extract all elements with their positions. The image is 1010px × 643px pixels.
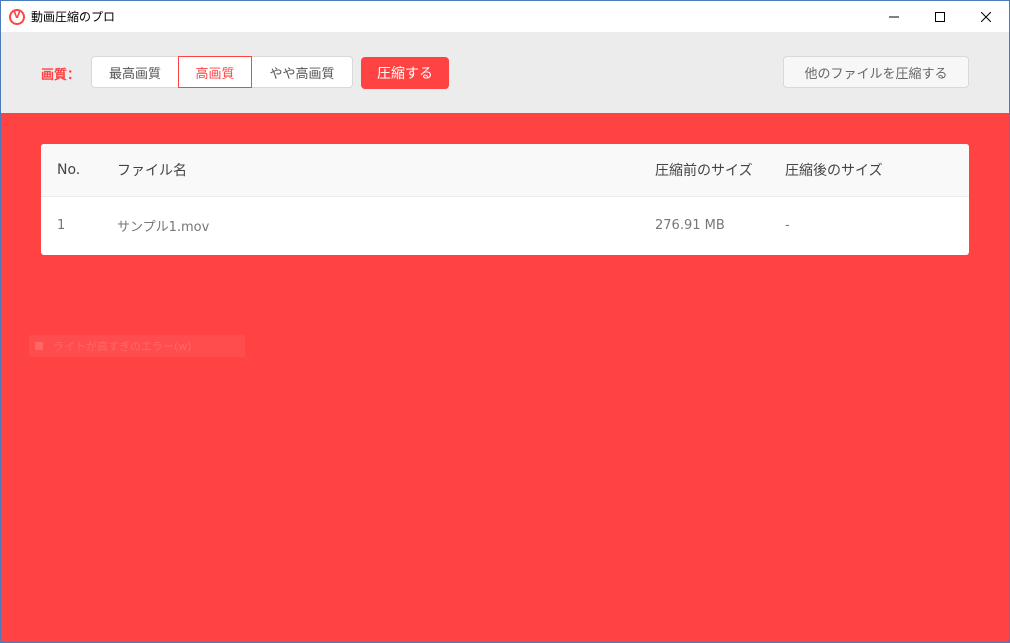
faded-overlay-message: ライトが高すぎのエラー(w): [29, 335, 245, 357]
cell-no: 1: [57, 218, 66, 233]
close-button[interactable]: [963, 1, 1009, 32]
quality-option-highest[interactable]: 最高画質: [91, 56, 179, 88]
main-area: No. ファイル名 圧縮前のサイズ 圧縮後のサイズ 1 サンプル1.mov 27…: [1, 113, 1009, 642]
app-logo-icon: V: [9, 8, 25, 25]
file-table: No. ファイル名 圧縮前のサイズ 圧縮後のサイズ 1 サンプル1.mov 27…: [41, 144, 969, 255]
quality-option-medium-high[interactable]: やや高画質: [251, 56, 353, 88]
cell-size-before: 276.91 MB: [655, 218, 725, 233]
quality-label: 画質：: [41, 68, 81, 83]
overlay-text: ライトが高すぎのエラー(w): [53, 340, 192, 353]
header-no: No.: [57, 162, 81, 178]
minimize-icon: [889, 16, 899, 17]
table-header: No. ファイル名 圧縮前のサイズ 圧縮後のサイズ: [41, 144, 969, 197]
header-size-before: 圧縮前のサイズ: [655, 163, 753, 179]
close-icon: [981, 11, 991, 22]
maximize-icon: [935, 11, 945, 22]
header-size-after: 圧縮後のサイズ: [785, 163, 883, 179]
compress-button[interactable]: 圧縮する: [361, 57, 449, 89]
table-row[interactable]: 1 サンプル1.mov 276.91 MB -: [41, 197, 969, 254]
window-title: 動画圧縮のプロ: [31, 10, 116, 24]
window-controls: [871, 1, 1009, 32]
cell-filename: サンプル1.mov: [117, 220, 210, 235]
minimize-button[interactable]: [871, 1, 917, 32]
quality-option-high[interactable]: 高画質: [178, 56, 252, 88]
cell-size-after: -: [785, 218, 790, 233]
warning-icon: [35, 342, 43, 350]
app-logo-letter: V: [11, 10, 23, 23]
toolbar: 画質： 最高画質 高画質 やや高画質 圧縮する 他のファイルを圧縮する: [1, 32, 1009, 113]
title-bar: V 動画圧縮のプロ: [1, 1, 1009, 32]
header-filename: ファイル名: [117, 163, 187, 179]
quality-selector: 最高画質 高画質 やや高画質: [91, 56, 353, 88]
compress-other-files-button[interactable]: 他のファイルを圧縮する: [783, 56, 969, 88]
maximize-button[interactable]: [917, 1, 963, 32]
